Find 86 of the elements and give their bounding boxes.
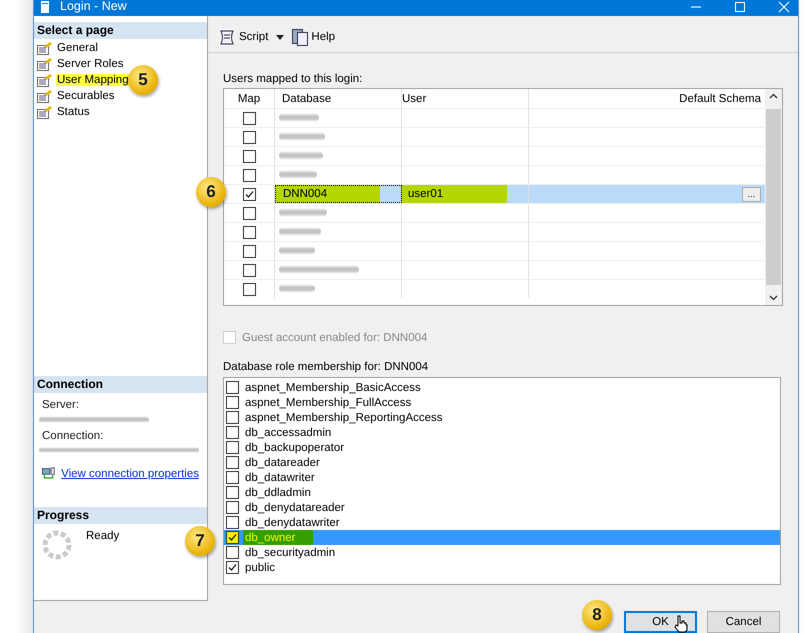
connection-label: Connection: <box>42 430 104 442</box>
checkbox[interactable] <box>242 188 256 200</box>
list-label: Database role membership for: DNN004 <box>223 361 430 373</box>
role-name[interactable]: db_backupoperator <box>243 440 346 455</box>
page-link[interactable]: General <box>56 42 99 54</box>
dropdown-caret-icon[interactable] <box>276 34 284 40</box>
page-link[interactable]: Server Roles <box>56 58 124 70</box>
checkbox[interactable] <box>242 264 256 276</box>
checkbox[interactable] <box>242 226 256 238</box>
progress-status: Ready <box>86 530 120 544</box>
role-name[interactable]: db_denydatareader <box>243 500 347 515</box>
redacted-text <box>279 112 319 122</box>
table-cell-text: user01 <box>407 188 444 200</box>
connection-properties-link[interactable]: View connection properties <box>61 468 199 480</box>
column-header: Map <box>224 89 275 108</box>
checkbox[interactable] <box>226 531 239 544</box>
checkbox-label: Guest account enabled for: DNN004 <box>242 332 428 344</box>
page-link[interactable]: User Mapping <box>56 74 130 86</box>
role-name[interactable]: db_securityadmin <box>243 545 338 560</box>
network-icon <box>42 466 56 481</box>
checkbox[interactable] <box>226 486 239 499</box>
redacted-text <box>279 150 323 160</box>
checkbox[interactable] <box>226 501 239 514</box>
help-icon <box>292 28 308 46</box>
role-name[interactable]: db_datawriter <box>243 470 317 485</box>
checkbox[interactable] <box>242 206 256 220</box>
cancel-button[interactable]: Cancel <box>707 611 780 633</box>
role-name[interactable]: db_denydatawriter <box>243 515 342 530</box>
checkbox[interactable] <box>226 561 239 574</box>
table-cell: DNN004 <box>283 188 328 200</box>
close-icon[interactable] <box>778 1 790 13</box>
page-icon <box>37 90 52 102</box>
spinner-icon <box>42 530 72 560</box>
script-button[interactable]: Script <box>216 26 270 48</box>
page-icon <box>37 106 52 118</box>
maximize-icon[interactable] <box>734 1 746 13</box>
window-title: Login - New <box>60 0 127 13</box>
checkbox[interactable] <box>226 441 239 454</box>
section-header: Select a page <box>34 22 207 39</box>
grid-label: Users mapped to this login: <box>223 73 364 85</box>
server-label: Server: <box>42 399 80 411</box>
redacted-text <box>279 208 327 216</box>
ellipsis-button[interactable]: ... <box>742 186 761 202</box>
checkbox[interactable] <box>226 426 239 439</box>
checkbox[interactable] <box>226 456 239 469</box>
page-icon <box>37 58 52 70</box>
column-header: User <box>402 89 529 108</box>
checkbox[interactable] <box>226 381 239 394</box>
page-link[interactable]: Status <box>56 106 91 118</box>
column-header: Database <box>275 89 402 108</box>
role-name[interactable]: public <box>243 560 278 575</box>
scroll-down-icon[interactable] <box>769 295 778 301</box>
role-name[interactable]: db_ddladmin <box>243 485 313 500</box>
role-name[interactable]: aspnet_Membership_FullAccess <box>243 395 414 410</box>
hand-cursor-icon <box>674 615 688 633</box>
checkbox[interactable] <box>226 396 239 409</box>
role-name[interactable]: aspnet_Membership_ReportingAccess <box>243 410 445 425</box>
checkbox[interactable] <box>242 150 256 162</box>
checkbox[interactable] <box>226 546 239 559</box>
section-header: Connection <box>34 376 207 393</box>
role-name[interactable]: db_datareader <box>243 455 322 470</box>
redacted-text <box>279 132 325 140</box>
checkbox[interactable] <box>242 244 256 258</box>
page-icon <box>37 74 52 86</box>
checkbox[interactable] <box>226 516 239 529</box>
page-icon <box>37 42 52 54</box>
column-header: Default Schema <box>678 92 762 106</box>
ok-button[interactable]: OK <box>624 611 697 633</box>
redacted-text <box>279 226 321 236</box>
checkbox[interactable] <box>242 112 256 124</box>
page-link[interactable]: Securables <box>56 90 116 102</box>
redacted-text <box>279 170 317 178</box>
scroll-up-icon[interactable] <box>769 93 778 99</box>
checkbox[interactable] <box>242 282 256 296</box>
scroll-icon <box>218 28 236 46</box>
section-header: Progress <box>34 507 207 524</box>
redacted-text <box>279 246 315 254</box>
scrollbar[interactable] <box>765 89 782 305</box>
checkbox[interactable] <box>242 168 256 182</box>
checkbox[interactable] <box>226 471 239 484</box>
checkbox[interactable] <box>242 130 256 144</box>
role-name[interactable]: aspnet_Membership_BasicAccess <box>243 380 423 395</box>
role-name[interactable]: db_accessadmin <box>243 425 334 440</box>
redacted-text <box>279 284 315 292</box>
checkbox[interactable] <box>226 411 239 424</box>
help-button[interactable]: Help <box>290 26 338 48</box>
